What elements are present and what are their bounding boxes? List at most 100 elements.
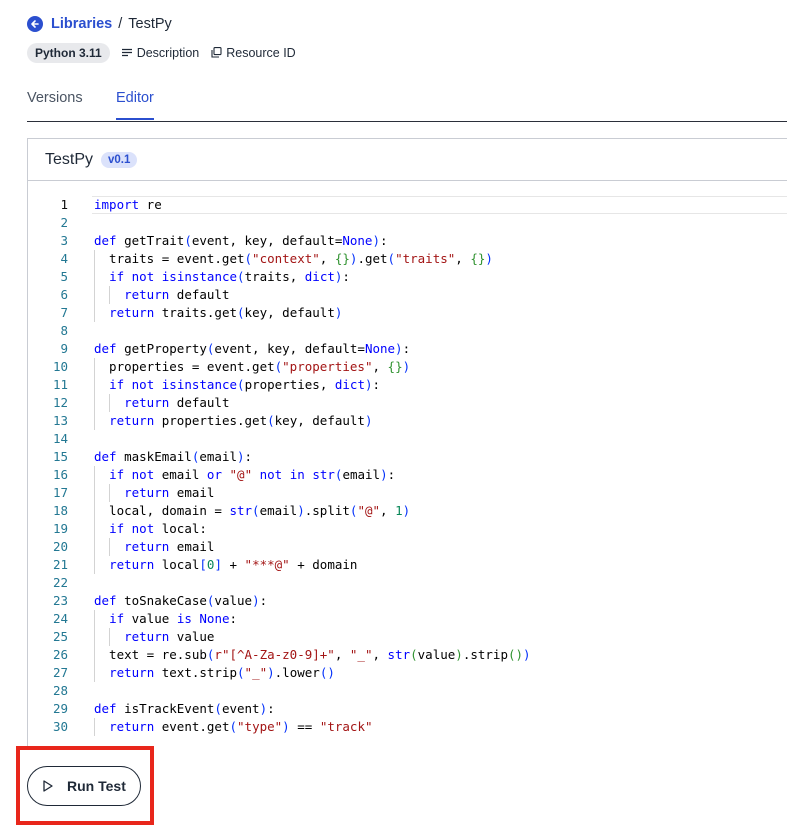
description-button[interactable]: Description bbox=[121, 45, 200, 60]
code-line[interactable]: 2 bbox=[28, 214, 787, 232]
code-line[interactable]: 19 if not local: bbox=[28, 520, 787, 538]
breadcrumb: Libraries / TestPy bbox=[27, 14, 172, 34]
line-number: 22 bbox=[52, 575, 68, 590]
code-line[interactable]: 29 def isTrackEvent(event): bbox=[28, 700, 787, 718]
line-number: 8 bbox=[60, 323, 68, 338]
code-line[interactable]: 26 text = re.sub(r"[^A-Za-z0-9]+", "_", … bbox=[28, 646, 787, 664]
line-number: 3 bbox=[60, 233, 68, 248]
code-text: return local[0] + "***@" + domain bbox=[109, 557, 358, 572]
line-number: 6 bbox=[60, 287, 68, 302]
breadcrumb-current: TestPy bbox=[128, 16, 172, 32]
line-number: 20 bbox=[52, 539, 68, 554]
tab-versions[interactable]: Versions bbox=[27, 90, 83, 116]
code-line[interactable]: 23 def toSnakeCase(value): bbox=[28, 592, 787, 610]
code-text: return email bbox=[124, 539, 215, 554]
line-number: 23 bbox=[52, 593, 68, 608]
line-number: 28 bbox=[52, 683, 68, 698]
code-text: def toSnakeCase(value): bbox=[94, 593, 268, 608]
code-text: def isTrackEvent(event): bbox=[94, 701, 275, 716]
run-test-button[interactable]: Run Test bbox=[27, 766, 141, 806]
code-text: import re bbox=[94, 197, 162, 212]
code-line[interactable]: 18 local, domain = str(email).split("@",… bbox=[28, 502, 787, 520]
line-number: 9 bbox=[60, 341, 68, 356]
code-text: return event.get("type") == "track" bbox=[109, 719, 373, 734]
current-line-highlight bbox=[92, 196, 787, 214]
line-number: 15 bbox=[52, 449, 68, 464]
code-line[interactable]: 3 def getTrait(event, key, default=None): bbox=[28, 232, 787, 250]
code-line[interactable]: 21 return local[0] + "***@" + domain bbox=[28, 556, 787, 574]
code-text: def getProperty(event, key, default=None… bbox=[94, 341, 411, 356]
code-editor[interactable]: 1 import re 2 3 def getTrait(event, key, def… bbox=[28, 196, 787, 736]
line-number: 29 bbox=[52, 701, 68, 716]
line-number: 18 bbox=[52, 503, 68, 518]
code-line[interactable]: 14 bbox=[28, 430, 787, 448]
resource-id-label: Resource ID bbox=[226, 45, 296, 60]
line-number: 25 bbox=[52, 629, 68, 644]
code-text: return text.strip("_").lower() bbox=[109, 665, 335, 680]
code-line[interactable]: 1 import re bbox=[28, 196, 787, 214]
tab-editor[interactable]: Editor bbox=[116, 90, 154, 120]
code-text: if not email or "@" not in str(email): bbox=[109, 467, 396, 482]
description-label: Description bbox=[136, 45, 200, 60]
meta-row: Python 3.11 Description Resource ID bbox=[27, 42, 296, 63]
line-number: 16 bbox=[52, 467, 68, 482]
line-number: 12 bbox=[52, 395, 68, 410]
code-text: return properties.get(key, default) bbox=[109, 413, 373, 428]
code-line[interactable]: 25 return value bbox=[28, 628, 787, 646]
line-number: 4 bbox=[60, 251, 68, 266]
code-line[interactable]: 9 def getProperty(event, key, default=Non… bbox=[28, 340, 787, 358]
code-text: if not isinstance(properties, dict): bbox=[109, 377, 381, 392]
code-line[interactable]: 27 return text.strip("_").lower() bbox=[28, 664, 787, 682]
editor-card: TestPy v0.1 1 import re 2 3 def getTrait(eve… bbox=[27, 138, 787, 748]
code-text: if value is None: bbox=[109, 611, 238, 626]
line-number: 11 bbox=[52, 377, 68, 392]
line-number: 21 bbox=[52, 557, 68, 572]
breadcrumb-separator: / bbox=[118, 16, 123, 32]
code-text: text = re.sub(r"[^A-Za-z0-9]+", "_", str… bbox=[94, 647, 531, 662]
code-line[interactable]: 22 bbox=[28, 574, 787, 592]
run-test-label: Run Test bbox=[67, 778, 126, 794]
line-number: 1 bbox=[60, 197, 68, 212]
editor-title: TestPy bbox=[45, 150, 94, 168]
code-text: return traits.get(key, default) bbox=[109, 305, 343, 320]
line-number: 19 bbox=[52, 521, 68, 536]
code-line[interactable]: 16 if not email or "@" not in str(email)… bbox=[28, 466, 787, 484]
code-line[interactable]: 5 if not isinstance(traits, dict): bbox=[28, 268, 787, 286]
code-line[interactable]: 15 def maskEmail(email): bbox=[28, 448, 787, 466]
code-text: def getTrait(event, key, default=None): bbox=[94, 233, 388, 248]
resource-id-button[interactable]: Resource ID bbox=[211, 45, 296, 60]
code-line[interactable]: 28 bbox=[28, 682, 787, 700]
code-line[interactable]: 17 return email bbox=[28, 484, 787, 502]
code-text: return default bbox=[124, 395, 230, 410]
code-text: def maskEmail(email): bbox=[94, 449, 253, 464]
code-line[interactable]: 11 if not isinstance(properties, dict): bbox=[28, 376, 787, 394]
code-line[interactable]: 20 return email bbox=[28, 538, 787, 556]
editor-header: TestPy v0.1 bbox=[28, 139, 787, 181]
line-number: 10 bbox=[52, 359, 68, 374]
line-number: 24 bbox=[52, 611, 68, 626]
line-number: 30 bbox=[52, 719, 68, 734]
code-line[interactable]: 13 return properties.get(key, default) bbox=[28, 412, 787, 430]
copy-icon bbox=[211, 47, 222, 58]
code-line[interactable]: 7 return traits.get(key, default) bbox=[28, 304, 787, 322]
line-number: 5 bbox=[60, 269, 68, 284]
code-text: properties = event.get("properties", {}) bbox=[94, 359, 411, 374]
code-line[interactable]: 6 return default bbox=[28, 286, 787, 304]
breadcrumb-libraries-link[interactable]: Libraries bbox=[51, 16, 112, 32]
arrow-left-circle-icon[interactable] bbox=[27, 16, 43, 32]
line-number: 17 bbox=[52, 485, 68, 500]
code-line[interactable]: 4 traits = event.get("context", {}).get(… bbox=[28, 250, 787, 268]
tab-bar: Versions Editor bbox=[27, 80, 787, 122]
line-number: 27 bbox=[52, 665, 68, 680]
code-line[interactable]: 30 return event.get("type") == "track" bbox=[28, 718, 787, 736]
code-text: if not local: bbox=[109, 521, 207, 536]
code-text: return value bbox=[124, 629, 215, 644]
code-text: local, domain = str(email).split("@", 1) bbox=[94, 503, 411, 518]
play-icon bbox=[43, 780, 53, 792]
code-line[interactable]: 8 bbox=[28, 322, 787, 340]
code-line[interactable]: 10 properties = event.get("properties", … bbox=[28, 358, 787, 376]
code-line[interactable]: 12 return default bbox=[28, 394, 787, 412]
line-number: 26 bbox=[52, 647, 68, 662]
code-line[interactable]: 24 if value is None: bbox=[28, 610, 787, 628]
line-number: 14 bbox=[52, 431, 68, 446]
